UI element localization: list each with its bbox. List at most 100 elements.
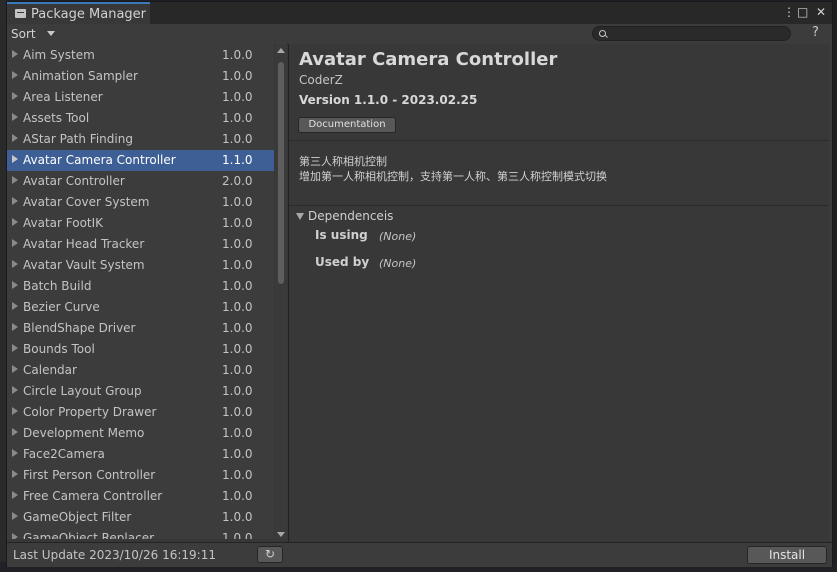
- package-list-item[interactable]: Avatar FootIK 1.0.0: [7, 213, 274, 234]
- expand-arrow-icon[interactable]: [12, 113, 18, 121]
- package-list-item[interactable]: First Person Controller 1.0.0: [7, 465, 274, 486]
- expand-arrow-icon[interactable]: [12, 365, 18, 373]
- used-by-value: (None): [379, 257, 417, 270]
- package-list-item[interactable]: GameObject Replacer 1.0.0: [7, 528, 274, 539]
- triangle-down-icon[interactable]: [296, 213, 304, 220]
- package-details: Avatar Camera Controller CoderZ Version …: [289, 44, 832, 541]
- package-version-label: 1.0.0: [222, 237, 253, 251]
- package-list-item[interactable]: Aim System 1.0.0: [7, 45, 274, 66]
- scroll-up-icon[interactable]: [277, 48, 285, 53]
- package-name: Avatar Camera Controller: [23, 153, 176, 167]
- package-name: Avatar Vault System: [23, 258, 145, 272]
- refresh-button[interactable]: ↻: [257, 546, 283, 563]
- expand-arrow-icon[interactable]: [12, 344, 18, 352]
- expand-arrow-icon[interactable]: [12, 71, 18, 79]
- package-list-item[interactable]: Avatar Camera Controller 1.1.0: [7, 150, 274, 171]
- expand-arrow-icon[interactable]: [12, 449, 18, 457]
- expand-arrow-icon[interactable]: [12, 239, 18, 247]
- close-icon[interactable]: ✕: [816, 5, 826, 19]
- package-version-label: 1.0.0: [222, 342, 253, 356]
- package-version-label: 1.0.0: [222, 510, 253, 524]
- package-list-item[interactable]: Avatar Controller 2.0.0: [7, 171, 274, 192]
- expand-arrow-icon[interactable]: [12, 134, 18, 142]
- divider: [289, 205, 832, 206]
- maximize-icon[interactable]: □: [797, 5, 808, 19]
- package-name: Avatar Controller: [23, 174, 125, 188]
- expand-arrow-icon[interactable]: [12, 428, 18, 436]
- dependencies-foldout[interactable]: Dependenceis: [308, 209, 393, 223]
- expand-arrow-icon[interactable]: [12, 323, 18, 331]
- search-icon: [599, 30, 606, 37]
- package-list-item[interactable]: GameObject Filter 1.0.0: [7, 507, 274, 528]
- package-manager-tab[interactable]: Package Manager: [7, 2, 150, 24]
- help-icon[interactable]: ?: [812, 25, 819, 40]
- expand-arrow-icon[interactable]: [12, 155, 18, 163]
- package-version: Version 1.1.0 - 2023.02.25: [299, 93, 478, 107]
- sort-dropdown[interactable]: Sort: [11, 26, 55, 42]
- expand-arrow-icon[interactable]: [12, 407, 18, 415]
- is-using-label: Is using: [315, 228, 368, 242]
- search-input[interactable]: [592, 26, 791, 41]
- package-list-item[interactable]: Bounds Tool 1.0.0: [7, 339, 274, 360]
- window-menu-icon[interactable]: ⋮: [783, 5, 795, 19]
- package-list-item[interactable]: Assets Tool 1.0.0: [7, 108, 274, 129]
- package-list-item[interactable]: Color Property Drawer 1.0.0: [7, 402, 274, 423]
- package-version-label: 1.0.0: [222, 69, 253, 83]
- package-name: Development Memo: [23, 426, 145, 440]
- package-name: Assets Tool: [23, 111, 90, 125]
- expand-arrow-icon[interactable]: [12, 281, 18, 289]
- package-list-item[interactable]: Avatar Vault System 1.0.0: [7, 255, 274, 276]
- title-bar: Package Manager ⋮ □ ✕: [7, 2, 832, 24]
- expand-arrow-icon[interactable]: [12, 218, 18, 226]
- package-list-item[interactable]: Bezier Curve 1.0.0: [7, 297, 274, 318]
- package-name: Bounds Tool: [23, 342, 95, 356]
- package-list-item[interactable]: Development Memo 1.0.0: [7, 423, 274, 444]
- expand-arrow-icon[interactable]: [12, 512, 18, 520]
- expand-arrow-icon[interactable]: [12, 533, 18, 539]
- expand-arrow-icon[interactable]: [12, 386, 18, 394]
- package-version-label: 1.0.0: [222, 300, 253, 314]
- package-author: CoderZ: [299, 73, 343, 87]
- expand-arrow-icon[interactable]: [12, 260, 18, 268]
- package-list-item[interactable]: Avatar Cover System 1.0.0: [7, 192, 274, 213]
- package-list-item[interactable]: AStar Path Finding 1.0.0: [7, 129, 274, 150]
- package-list-item[interactable]: Batch Build 1.0.0: [7, 276, 274, 297]
- package-name: Batch Build: [23, 279, 92, 293]
- install-button[interactable]: Install: [747, 546, 827, 564]
- package-name: Circle Layout Group: [23, 384, 142, 398]
- package-manager-window: Package Manager ⋮ □ ✕ Sort ? Aim System 1…: [6, 1, 833, 567]
- package-version-label: 1.0.0: [222, 195, 253, 209]
- is-using-value: (None): [379, 230, 417, 243]
- package-list-scrollbar[interactable]: [275, 44, 287, 539]
- package-list-item[interactable]: Animation Sampler 1.0.0: [7, 66, 274, 87]
- chevron-down-icon: [47, 31, 55, 36]
- package-version-label: 1.0.0: [222, 279, 253, 293]
- package-list-item[interactable]: Avatar Head Tracker 1.0.0: [7, 234, 274, 255]
- package-version-label: 1.0.0: [222, 384, 253, 398]
- toolbar: Sort ?: [7, 24, 832, 45]
- package-list-item[interactable]: Circle Layout Group 1.0.0: [7, 381, 274, 402]
- package-list-item[interactable]: Free Camera Controller 1.0.0: [7, 486, 274, 507]
- package-list-item[interactable]: Face2Camera 1.0.0: [7, 444, 274, 465]
- package-list: Aim System 1.0.0 Animation Sampler 1.0.0 Are…: [7, 44, 274, 539]
- details-scrollbar[interactable]: [829, 44, 832, 541]
- package-list-item[interactable]: Area Listener 1.0.0: [7, 87, 274, 108]
- expand-arrow-icon[interactable]: [12, 176, 18, 184]
- package-version-label: 1.0.0: [222, 258, 253, 272]
- scroll-down-icon[interactable]: [277, 532, 285, 537]
- footer: Last Update 2023/10/26 16:19:11 ↻ Instal…: [7, 542, 832, 567]
- expand-arrow-icon[interactable]: [12, 197, 18, 205]
- expand-arrow-icon[interactable]: [12, 50, 18, 58]
- expand-arrow-icon[interactable]: [12, 470, 18, 478]
- package-name: Avatar Cover System: [23, 195, 150, 209]
- scrollbar-thumb[interactable]: [278, 62, 284, 284]
- package-version-label: 1.0.0: [222, 216, 253, 230]
- documentation-button[interactable]: Documentation: [298, 117, 396, 133]
- expand-arrow-icon[interactable]: [12, 92, 18, 100]
- sort-label: Sort: [11, 27, 36, 41]
- package-list-item[interactable]: Calendar 1.0.0: [7, 360, 274, 381]
- package-title: Avatar Camera Controller: [299, 49, 558, 70]
- expand-arrow-icon[interactable]: [12, 302, 18, 310]
- expand-arrow-icon[interactable]: [12, 491, 18, 499]
- package-list-item[interactable]: BlendShape Driver 1.0.0: [7, 318, 274, 339]
